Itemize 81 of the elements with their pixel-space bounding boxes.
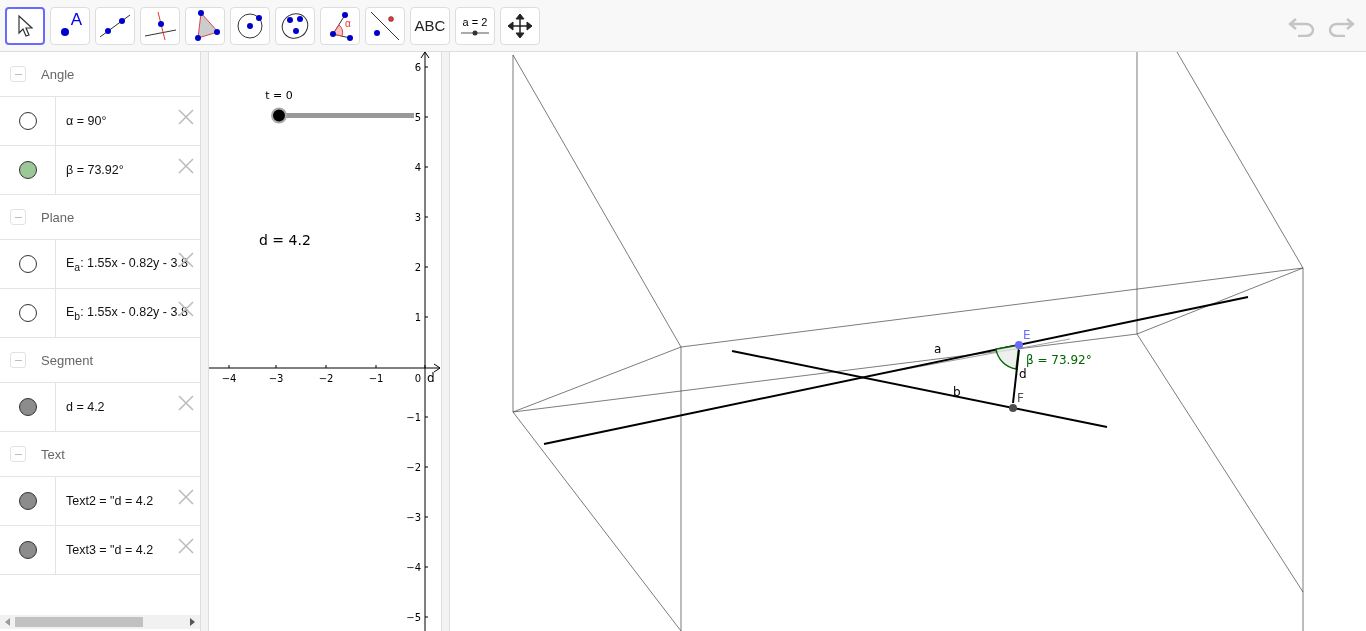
y-tick-label: 1 bbox=[414, 312, 421, 323]
point-tool-button[interactable]: A bbox=[50, 6, 90, 45]
scrollbar-thumb[interactable] bbox=[15, 617, 143, 627]
point[interactable] bbox=[1009, 404, 1017, 412]
visibility-toggle[interactable] bbox=[18, 112, 37, 130]
group-title: Plane bbox=[41, 209, 75, 225]
y-tick-label: −4 bbox=[406, 562, 421, 573]
y-tick-label: −2 bbox=[406, 462, 421, 473]
point-label: F bbox=[1017, 391, 1024, 405]
reflect-point-icon bbox=[369, 9, 401, 42]
angle-tool-button[interactable]: α bbox=[320, 6, 360, 45]
group-title: Text bbox=[41, 446, 65, 462]
slider-handle[interactable] bbox=[271, 107, 287, 124]
arrow-cursor-icon bbox=[17, 14, 33, 37]
scroll-right-icon[interactable] bbox=[189, 618, 195, 626]
slider-icon bbox=[461, 29, 489, 36]
collapse-toggle[interactable] bbox=[10, 352, 26, 368]
angle-symbol: α bbox=[345, 18, 351, 29]
slider-label: a = 2 bbox=[462, 15, 488, 28]
algebra-entry[interactable]: Text3 = "d = 4.2 bbox=[66, 543, 154, 557]
visibility-toggle[interactable] bbox=[18, 398, 37, 416]
segment-label: d bbox=[1019, 367, 1027, 381]
line-tool-button[interactable] bbox=[95, 6, 135, 45]
point-label: E bbox=[1023, 328, 1031, 342]
text-tool-button[interactable]: ABC bbox=[410, 6, 450, 45]
point-icon bbox=[60, 26, 70, 37]
group-title: Segment bbox=[41, 352, 94, 368]
horizontal-scrollbar[interactable] bbox=[0, 615, 200, 629]
x-tick-label: 0 bbox=[414, 373, 422, 384]
axis-label: d bbox=[427, 371, 435, 385]
group-title: Angle bbox=[41, 66, 75, 82]
y-tick-label: 5 bbox=[414, 112, 421, 123]
algebra-entry[interactable]: Text2 = "d = 4.2 bbox=[66, 494, 154, 508]
y-tick-label: 3 bbox=[414, 212, 421, 223]
collapse-toggle[interactable] bbox=[10, 66, 26, 82]
algebra-entry[interactable]: α = 90° bbox=[66, 114, 107, 128]
reflect-tool-button[interactable] bbox=[365, 6, 405, 45]
y-tick-label: 2 bbox=[414, 262, 421, 273]
ellipse-icon bbox=[280, 10, 310, 41]
perpendicular-line-icon bbox=[143, 10, 177, 41]
line[interactable] bbox=[543, 296, 1249, 445]
x-tick-label: −2 bbox=[318, 373, 334, 384]
collapse-toggle[interactable] bbox=[10, 446, 26, 462]
slider-track[interactable] bbox=[271, 107, 414, 124]
angle-arc[interactable] bbox=[995, 344, 1020, 370]
perpendicular-tool-button[interactable] bbox=[140, 6, 180, 45]
circle-icon bbox=[235, 10, 265, 41]
y-tick-label: −3 bbox=[406, 512, 421, 523]
y-tick-label: 4 bbox=[414, 162, 421, 173]
line-label: a bbox=[934, 342, 942, 356]
visibility-toggle[interactable] bbox=[18, 541, 37, 559]
visibility-toggle[interactable] bbox=[18, 161, 37, 179]
algebra-entry[interactable]: d = 4.2 bbox=[66, 400, 105, 414]
move-arrows-icon bbox=[508, 13, 532, 38]
y-tick-label: 6 bbox=[414, 62, 421, 73]
y-tick-label: −1 bbox=[406, 412, 421, 423]
point[interactable] bbox=[1015, 341, 1023, 349]
line-label: b bbox=[953, 385, 961, 399]
angle-label: β = 73.92° bbox=[1026, 353, 1092, 367]
x-tick-label: −1 bbox=[368, 373, 384, 384]
vertical-scrollbar[interactable] bbox=[200, 52, 209, 631]
algebra-entry[interactable]: β = 73.92° bbox=[66, 163, 124, 177]
move-view-tool-button[interactable] bbox=[500, 6, 540, 45]
line-through-points-icon bbox=[98, 12, 132, 39]
x-tick-label: −3 bbox=[268, 373, 284, 384]
collapse-toggle[interactable] bbox=[10, 209, 26, 225]
segment[interactable] bbox=[1012, 349, 1020, 404]
x-tick-label: −4 bbox=[221, 373, 237, 384]
circle-tool-button[interactable] bbox=[230, 6, 270, 45]
move-tool-button[interactable] bbox=[5, 6, 45, 45]
polygon-tool-button[interactable] bbox=[185, 6, 225, 45]
slider-label: t = 0 bbox=[265, 89, 293, 102]
visibility-toggle[interactable] bbox=[18, 304, 37, 322]
visibility-toggle[interactable] bbox=[18, 255, 37, 273]
point-letter: A bbox=[70, 9, 82, 30]
graphics-text: d = 4.2 bbox=[259, 232, 311, 248]
conic-tool-button[interactable] bbox=[275, 6, 315, 45]
angle-icon bbox=[329, 9, 354, 42]
y-tick-label: −5 bbox=[406, 612, 421, 623]
visibility-toggle[interactable] bbox=[18, 492, 37, 510]
slider-tool-button[interactable]: a = 2 bbox=[455, 6, 495, 45]
